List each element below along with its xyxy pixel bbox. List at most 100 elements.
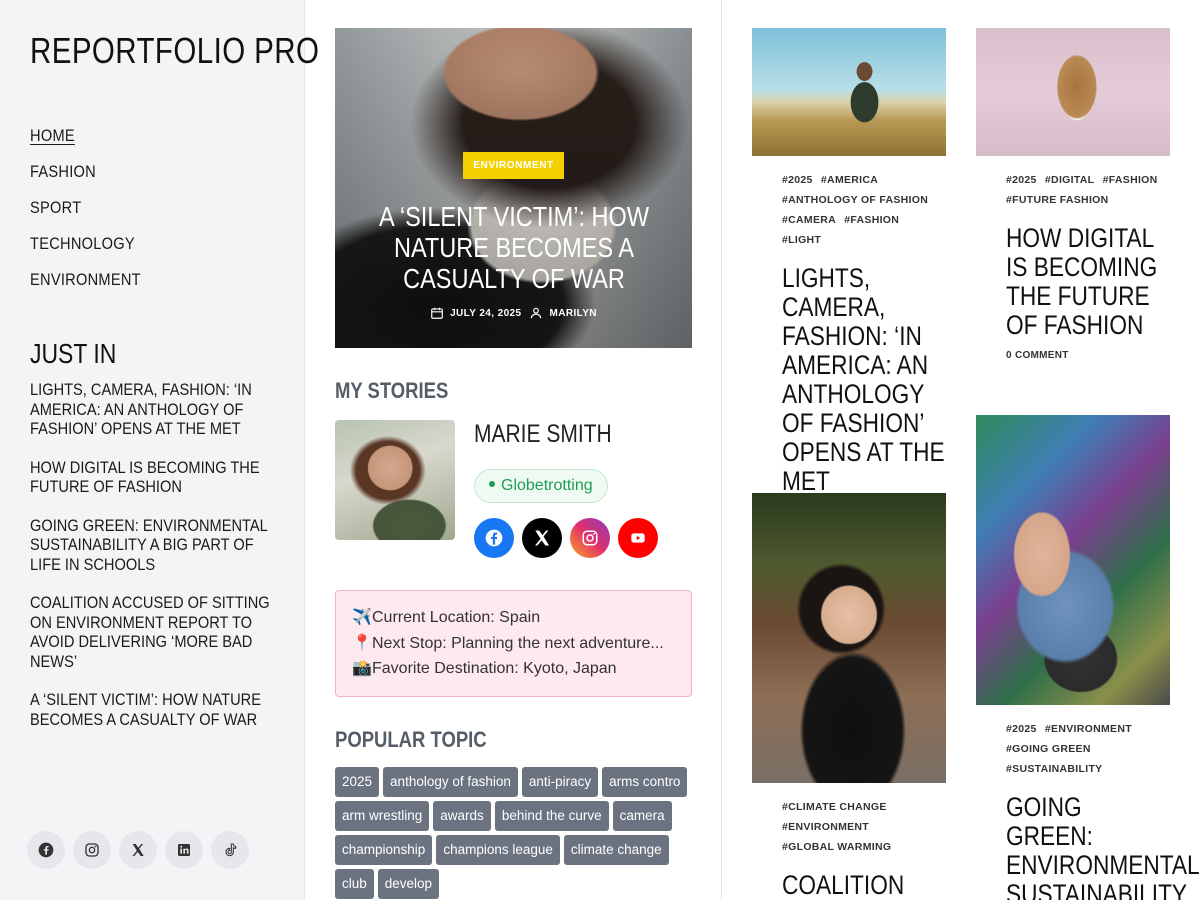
list-item: LIGHTS, CAMERA, FASHION: ‘IN AMERICA: AN… <box>30 380 300 439</box>
facebook-icon[interactable] <box>27 831 65 869</box>
column-divider <box>721 0 722 900</box>
nav-item-environment[interactable]: ENVIRONMENT <box>30 270 141 290</box>
youtube-icon[interactable] <box>618 518 658 558</box>
status-badge: Globetrotting <box>474 469 608 503</box>
post-tag[interactable]: #CAMERA <box>782 214 836 226</box>
post-tags: #CLIMATE CHANGE #ENVIRONMENT #GLOBAL WAR… <box>782 797 942 857</box>
main-nav: HOME FASHION SPORT TECHNOLOGY ENVIRONMEN… <box>30 126 159 306</box>
tag-cloud: 2025 anthology of fashion anti-piracy ar… <box>335 766 695 899</box>
middle-column: ENVIRONMENT A ‘SILENT VICTIM’: HOW NATUR… <box>335 28 692 899</box>
just-in-link[interactable]: A ‘SILENT VICTIM’: HOW NATURE BECOMES A … <box>30 690 273 729</box>
avatar <box>335 420 455 540</box>
post-tags: #2025 #AMERICA #ANTHOLOGY OF FASHION #CA… <box>782 170 942 250</box>
post-tag[interactable]: #FUTURE FASHION <box>1006 194 1109 206</box>
info-row-icon: 📍 <box>352 634 372 652</box>
post-thumbnail[interactable] <box>976 28 1170 156</box>
post-tag[interactable]: #ANTHOLOGY OF FASHION <box>782 194 928 206</box>
post-tag[interactable]: #SUSTAINABILITY <box>1006 763 1102 775</box>
post-tags: #2025 #DIGITAL #FASHION #FUTURE FASHION <box>1006 170 1166 210</box>
nav-item-sport[interactable]: SPORT <box>30 198 81 218</box>
tiktok-icon[interactable] <box>211 831 249 869</box>
info-row-text: Next Stop: Planning the next adventure..… <box>372 634 664 652</box>
tag-link[interactable]: club <box>335 868 374 899</box>
site-title[interactable]: REPORTFOLIO PRO <box>30 30 319 72</box>
user-icon <box>531 307 542 319</box>
post-author-name: MARILYN <box>549 307 597 319</box>
post-title[interactable]: COALITION <box>782 871 950 900</box>
category-badge[interactable]: ENVIRONMENT <box>463 152 564 179</box>
post-author[interactable]: MARILYN <box>529 306 597 320</box>
post-tag[interactable]: #2025 <box>1006 174 1037 186</box>
list-item: COALITION ACCUSED OF SITTING ON ENVIRONM… <box>30 593 300 671</box>
post-card: #CLIMATE CHANGE #ENVIRONMENT #GLOBAL WAR… <box>752 493 982 900</box>
list-item: GOING GREEN: ENVIRONMENTAL SUSTAINABILIT… <box>30 516 300 575</box>
post-title[interactable]: HOW DIGITAL IS BECOMING THE FUTURE OF FA… <box>1006 224 1174 340</box>
post-tag[interactable]: #ENVIRONMENT <box>782 821 869 833</box>
just-in-link[interactable]: COALITION ACCUSED OF SITTING ON ENVIRONM… <box>30 593 273 671</box>
instagram-icon[interactable] <box>570 518 610 558</box>
facebook-icon[interactable] <box>474 518 514 558</box>
info-row-icon: 📸 <box>352 660 372 677</box>
info-row-text: Favorite Destination: Kyoto, Japan <box>372 660 617 677</box>
tag-link[interactable]: awards <box>433 800 491 831</box>
tag-link[interactable]: anthology of fashion <box>383 766 518 797</box>
profile-card: MARIE SMITH Globetrotting <box>335 420 692 590</box>
post-tag[interactable]: #GLOBAL WARMING <box>782 841 891 853</box>
just-in-link[interactable]: GOING GREEN: ENVIRONMENTAL SUSTAINABILIT… <box>30 516 273 575</box>
post-thumbnail[interactable] <box>976 415 1170 705</box>
post-card: #2025 #DIGITAL #FASHION #FUTURE FASHION … <box>976 28 1200 361</box>
info-row-text: Current Location: Spain <box>372 609 541 626</box>
info-row: 📍Next Stop: Planning the next adventure.… <box>352 631 675 657</box>
post-date: JULY 24, 2025 <box>430 306 521 320</box>
featured-article-content: ENVIRONMENT A ‘SILENT VICTIM’: HOW NATUR… <box>335 152 692 320</box>
nav-item-technology[interactable]: TECHNOLOGY <box>30 234 135 254</box>
tag-link[interactable]: camera <box>612 800 672 831</box>
tag-link[interactable]: anti-piracy <box>521 766 599 797</box>
sidebar: REPORTFOLIO PRO HOME FASHION SPORT TECHN… <box>0 0 319 900</box>
sidebar-social-links <box>27 831 249 869</box>
tag-link[interactable]: 2025 <box>335 766 380 797</box>
tag-link[interactable]: champions league <box>436 834 560 865</box>
post-tag[interactable]: #GOING GREEN <box>1006 743 1091 755</box>
comment-count[interactable]: 0 COMMENT <box>1006 350 1200 361</box>
profile-name: MARIE SMITH <box>474 420 612 448</box>
just-in-link[interactable]: LIGHTS, CAMERA, FASHION: ‘IN AMERICA: AN… <box>30 380 273 439</box>
tag-link[interactable]: arm wrestling <box>335 800 430 831</box>
list-item: A ‘SILENT VICTIM’: HOW NATURE BECOMES A … <box>30 690 300 729</box>
post-tag[interactable]: #DIGITAL <box>1045 174 1094 186</box>
tag-link[interactable]: championship <box>335 834 433 865</box>
tag-link[interactable]: develop <box>377 868 440 899</box>
post-thumbnail[interactable] <box>752 28 946 156</box>
post-title[interactable]: LIGHTS, CAMERA, FASHION: ‘IN AMERICA: AN… <box>782 264 950 496</box>
travel-info-box: ✈️Current Location: Spain 📍Next Stop: Pl… <box>335 590 692 697</box>
info-row: 📸Favorite Destination: Kyoto, Japan <box>352 656 675 682</box>
post-thumbnail[interactable] <box>752 493 946 783</box>
post-card: #2025 #ENVIRONMENT #GOING GREEN #SUSTAIN… <box>976 415 1200 900</box>
tag-link[interactable]: behind the curve <box>494 800 609 831</box>
post-tag[interactable]: #CLIMATE CHANGE <box>782 801 887 813</box>
linkedin-icon[interactable] <box>165 831 203 869</box>
post-tag[interactable]: #AMERICA <box>821 174 878 186</box>
post-tag[interactable]: #LIGHT <box>782 234 821 246</box>
post-tag[interactable]: #2025 <box>782 174 813 186</box>
just-in-link[interactable]: HOW DIGITAL IS BECOMING THE FUTURE OF FA… <box>30 458 273 497</box>
x-icon[interactable] <box>119 831 157 869</box>
nav-item-fashion[interactable]: FASHION <box>30 162 96 182</box>
post-tag[interactable]: #FASHION <box>844 214 899 226</box>
just-in-list: LIGHTS, CAMERA, FASHION: ‘IN AMERICA: AN… <box>30 380 300 748</box>
post-tags: #2025 #ENVIRONMENT #GOING GREEN #SUSTAIN… <box>1006 719 1166 779</box>
popular-topic-heading: POPULAR TOPIC <box>335 726 487 752</box>
post-tag[interactable]: #FASHION <box>1103 174 1158 186</box>
profile-social-links <box>474 518 658 558</box>
featured-article-title[interactable]: A ‘SILENT VICTIM’: HOW NATURE BECOMES A … <box>338 201 691 294</box>
tag-link[interactable]: climate change <box>563 834 669 865</box>
x-icon[interactable] <box>522 518 562 558</box>
featured-article[interactable]: ENVIRONMENT A ‘SILENT VICTIM’: HOW NATUR… <box>335 28 692 348</box>
instagram-icon[interactable] <box>73 831 111 869</box>
tag-link[interactable]: arms contro <box>602 766 688 797</box>
nav-item-home[interactable]: HOME <box>30 126 75 146</box>
post-title[interactable]: GOING GREEN: ENVIRONMENTAL SUSTAINABILIT… <box>1006 793 1199 900</box>
just-in-heading: JUST IN <box>30 338 117 369</box>
post-tag[interactable]: #2025 <box>1006 723 1037 735</box>
post-tag[interactable]: #ENVIRONMENT <box>1045 723 1132 735</box>
